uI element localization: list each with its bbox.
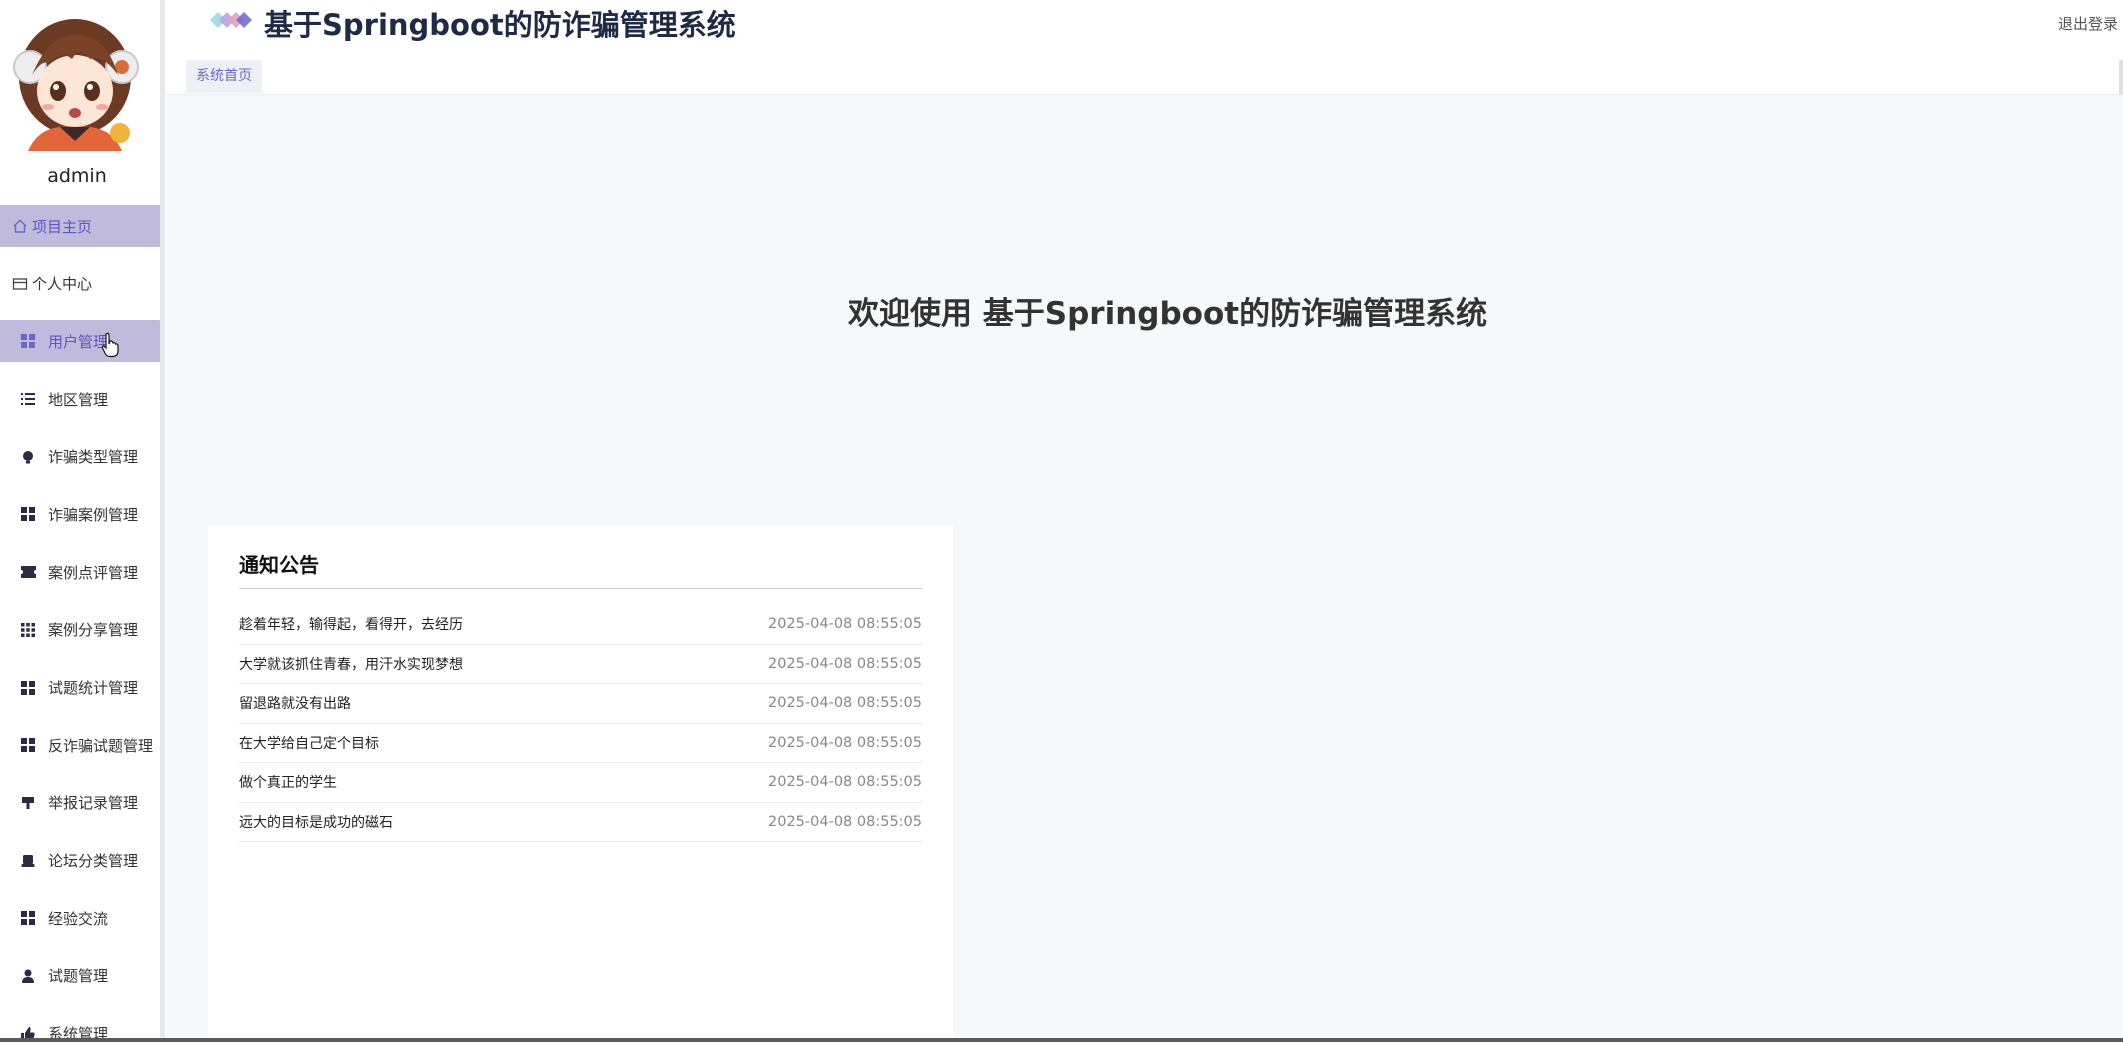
home-icon (11, 217, 29, 235)
notice-item-title: 在大学给自己定个目标 (239, 733, 379, 753)
list-item[interactable]: 趁着年轻，输得起，看得开，去经历 2025-04-08 08:55:05 (239, 605, 922, 645)
sidebar-item-user-management[interactable]: 用户管理 (0, 320, 160, 362)
notice-item-date: 2025-04-08 08:55:05 (768, 656, 922, 672)
notice-divider (239, 588, 922, 589)
notice-item-date: 2025-04-08 08:55:05 (768, 616, 922, 632)
tab-bar: 系统首页 (166, 60, 2123, 95)
sidebar-item-home[interactable]: 项目主页 (0, 205, 160, 247)
list-item[interactable]: 在大学给自己定个目标 2025-04-08 08:55:05 (239, 724, 922, 764)
sidebar-item-personal-center[interactable]: 个人中心 (0, 263, 160, 305)
sidebar-item-question-management[interactable]: 试题管理 (0, 955, 160, 997)
sidebar-item-forum-category-management[interactable]: 论坛分类管理 (0, 840, 160, 882)
notice-item-date: 2025-04-08 08:55:05 (768, 695, 922, 711)
sidebar-item-label: 试题统计管理 (48, 677, 138, 698)
sidebar-item-label: 举报记录管理 (48, 792, 138, 813)
notice-item-title: 趁着年轻，输得起，看得开，去经历 (239, 614, 463, 634)
list-item[interactable]: 远大的目标是成功的磁石 2025-04-08 08:55:05 (239, 803, 922, 843)
list-item[interactable]: 留退路就没有出路 2025-04-08 08:55:05 (239, 684, 922, 724)
sidebar-item-report-record-management[interactable]: 举报记录管理 (0, 782, 160, 824)
sidebar-item-fraud-type-management[interactable]: 诈骗类型管理 (0, 436, 160, 478)
sidebar-item-case-share-management[interactable]: 案例分享管理 (0, 609, 160, 651)
sidebar-item-anti-fraud-question-management[interactable]: 反诈骗试题管理 (0, 724, 160, 766)
list-item[interactable]: 大学就该抓住青春，用汗水实现梦想 2025-04-08 08:55:05 (239, 645, 922, 685)
notice-item-date: 2025-04-08 08:55:05 (768, 814, 922, 830)
avatar (10, 15, 140, 151)
grid-icon (19, 332, 37, 350)
sidebar-item-label: 案例点评管理 (48, 562, 138, 583)
sidebar-item-label: 项目主页 (32, 216, 92, 237)
sidebar-item-exam-statistics-management[interactable]: 试题统计管理 (0, 667, 160, 709)
grid-icon (19, 505, 37, 523)
sidebar-item-region-management[interactable]: 地区管理 (0, 378, 160, 420)
sidebar-item-label: 诈骗案例管理 (48, 504, 138, 525)
sidebar-scrollbar[interactable] (160, 0, 165, 1042)
logo-icon (209, 11, 253, 33)
welcome-heading: 欢迎使用 基于Springboot的防诈骗管理系统 (848, 288, 1487, 333)
sidebar-item-experience-exchange[interactable]: 经验交流 (0, 897, 160, 939)
notice-item-title: 做个真正的学生 (239, 772, 337, 792)
grid-icon (19, 679, 37, 697)
tab-home[interactable]: 系统首页 (186, 60, 262, 93)
header: 基于Springboot的防诈骗管理系统 退出登录 (166, 0, 2123, 60)
notice-list: 趁着年轻，输得起，看得开，去经历 2025-04-08 08:55:05 大学就… (239, 605, 922, 842)
list-icon (19, 390, 37, 408)
sidebar-item-label: 用户管理 (48, 331, 108, 352)
notice-item-title: 远大的目标是成功的磁石 (239, 812, 393, 832)
notice-item-date: 2025-04-08 08:55:05 (768, 735, 922, 751)
notice-item-date: 2025-04-08 08:55:05 (768, 774, 922, 790)
logout-button[interactable]: 退出登录 (2058, 13, 2118, 34)
card-icon (11, 275, 29, 293)
notice-item-title: 留退路就没有出路 (239, 693, 351, 713)
sidebar-item-label: 个人中心 (32, 273, 92, 294)
window-bottom-edge (0, 1038, 2123, 1042)
notice-card: 通知公告 趁着年轻，输得起，看得开，去经历 2025-04-08 08:55:0… (208, 525, 953, 1045)
user-icon (19, 967, 37, 985)
notice-title: 通知公告 (239, 549, 319, 578)
sidebar-item-label: 案例分享管理 (48, 619, 138, 640)
bulb-icon (19, 448, 37, 466)
username: admin (0, 165, 154, 187)
notice-item-title: 大学就该抓住青春，用汗水实现梦想 (239, 654, 463, 674)
hand-cursor-icon (101, 332, 121, 362)
sidebar-item-label: 反诈骗试题管理 (48, 735, 153, 756)
sidebar-item-label: 论坛分类管理 (48, 850, 138, 871)
sidebar-item-label: 经验交流 (48, 908, 108, 929)
sidebar-item-label: 试题管理 (48, 965, 108, 986)
apps-icon (19, 621, 37, 639)
main-content: 欢迎使用 基于Springboot的防诈骗管理系统 通知公告 趁着年轻，输得起，… (166, 95, 2123, 1037)
list-item[interactable]: 做个真正的学生 2025-04-08 08:55:05 (239, 763, 922, 803)
sidebar: admin 项目主页 个人中心 用户管理 地区管理 (0, 0, 160, 1042)
app-title: 基于Springboot的防诈骗管理系统 (264, 2, 736, 44)
sidebar-item-label: 地区管理 (48, 389, 108, 410)
sidebar-item-label: 诈骗类型管理 (48, 446, 138, 467)
sidebar-item-case-review-management[interactable]: 案例点评管理 (0, 551, 160, 593)
printer-icon (19, 852, 37, 870)
sidebar-item-fraud-case-management[interactable]: 诈骗案例管理 (0, 493, 160, 535)
ticket-icon (19, 563, 37, 581)
grid-icon (19, 736, 37, 754)
grid-icon (19, 909, 37, 927)
sidebar-menu: 项目主页 个人中心 用户管理 地区管理 诈骗类型管理 (0, 205, 160, 1042)
brush-icon (19, 794, 37, 812)
tab-bar-edge (2119, 60, 2123, 95)
